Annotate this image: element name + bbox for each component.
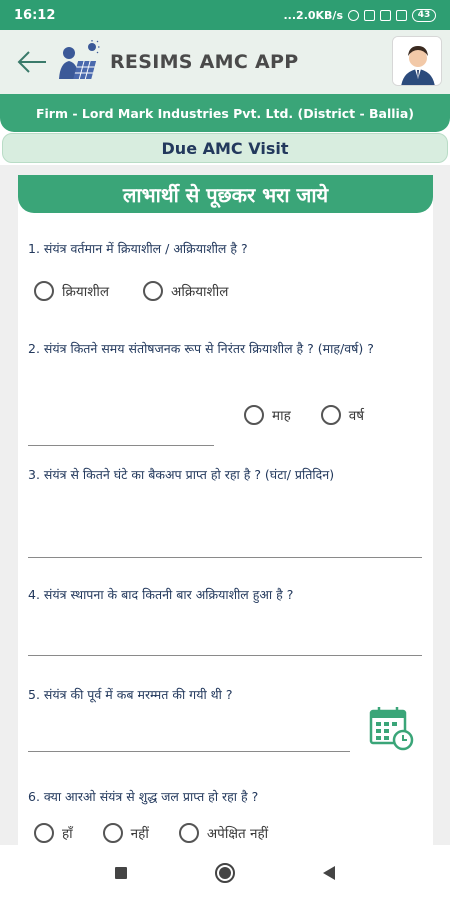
status-bar: 16:12 ...2.0KB/s 43 [0,0,450,30]
signal-icon-2 [396,9,407,21]
radio-circle[interactable] [34,281,54,301]
user-avatar[interactable] [392,36,442,86]
radio-circle[interactable] [34,823,54,843]
alarm-icon [348,9,359,21]
radio-label: अक्रियाशील [171,284,229,300]
app-title: RESIMS AMC APP [110,51,299,73]
backup-hours-input[interactable] [28,557,422,558]
radio-label: वर्ष [348,408,365,424]
radio-label: नहीं [130,826,149,842]
battery-icon: 43 [412,8,436,22]
status-time: 16:12 [14,7,56,23]
back-icon [323,865,335,880]
radio-label: अपेक्षित नहीं [206,826,269,842]
firm-bar: Firm - Lord Mark Industries Pvt. Ltd. (D… [0,94,450,132]
due-amc-visit-title: Due AMC Visit [2,133,448,163]
radio-label: हाँ [62,826,73,842]
question-6: 6. क्या आरओ संयंत्र से शुद्ध जल प्राप्त … [28,789,259,804]
system-nav-bar [0,845,450,900]
question-6-options: हाँ नहीं अपेक्षित नहीं [34,823,268,843]
radio-non-functional[interactable]: अक्रियाशील [143,281,228,301]
recents-icon [115,866,127,879]
back-nav-button[interactable] [317,861,341,885]
radio-year[interactable]: वर्ष [320,405,365,425]
home-icon [215,862,235,883]
app-bar: RESIMS AMC APP [0,30,450,94]
repair-date-input[interactable] [28,751,350,752]
radio-no[interactable]: नहीं [102,823,149,843]
recents-button[interactable] [109,861,133,885]
question-2: 2. संयंत्र कितने समय संतोषजनक रूप से निर… [28,341,374,356]
signal-icon [380,9,391,21]
duration-input[interactable] [28,445,214,446]
radio-label: क्रियाशील [62,284,110,300]
back-arrow-icon [17,51,46,73]
question-1: 1. संयंत्र वर्तमान में क्रियाशील / अक्रि… [28,241,248,256]
question-3: 3. संयंत्र से कितने घंटे का बैकअप प्राप्… [28,467,335,482]
form-background: लाभार्थी से पूछकर भरा जाये 1. संयंत्र वर… [0,165,450,845]
question-1-options: क्रियाशील अक्रियाशील [34,281,228,301]
radio-circle[interactable] [244,405,264,425]
radio-circle[interactable] [143,281,164,301]
question-card: लाभार्थी से पूछकर भरा जाये 1. संयंत्र वर… [18,175,433,845]
network-speed: ...2.0KB/s [283,8,344,22]
radio-functional[interactable]: क्रियाशील [34,281,109,301]
card-header: लाभार्थी से पूछकर भरा जाये [18,175,433,213]
home-button[interactable] [213,861,237,885]
radio-circle[interactable] [102,823,123,843]
radio-yes[interactable]: हाँ [34,823,73,843]
times-inactive-input[interactable] [28,655,422,656]
solar-technician-logo [59,40,100,79]
radio-circle[interactable] [178,823,199,843]
radio-circle[interactable] [320,405,341,425]
radio-not-expected[interactable]: अपेक्षित नहीं [178,823,269,843]
question-2-options: माह वर्ष [244,405,364,425]
notification-icon [364,9,375,21]
question-4: 4. संयंत्र स्थापना के बाद कितनी बार अक्र… [28,587,294,602]
radio-label: माह [272,408,291,424]
status-right: ...2.0KB/s 43 [283,8,436,22]
calendar-icon[interactable] [368,705,414,751]
back-button[interactable] [12,42,52,82]
question-5: 5. संयंत्र की पूर्व में कब मरम्मत की गयी… [28,687,233,702]
radio-month[interactable]: माह [244,405,291,425]
